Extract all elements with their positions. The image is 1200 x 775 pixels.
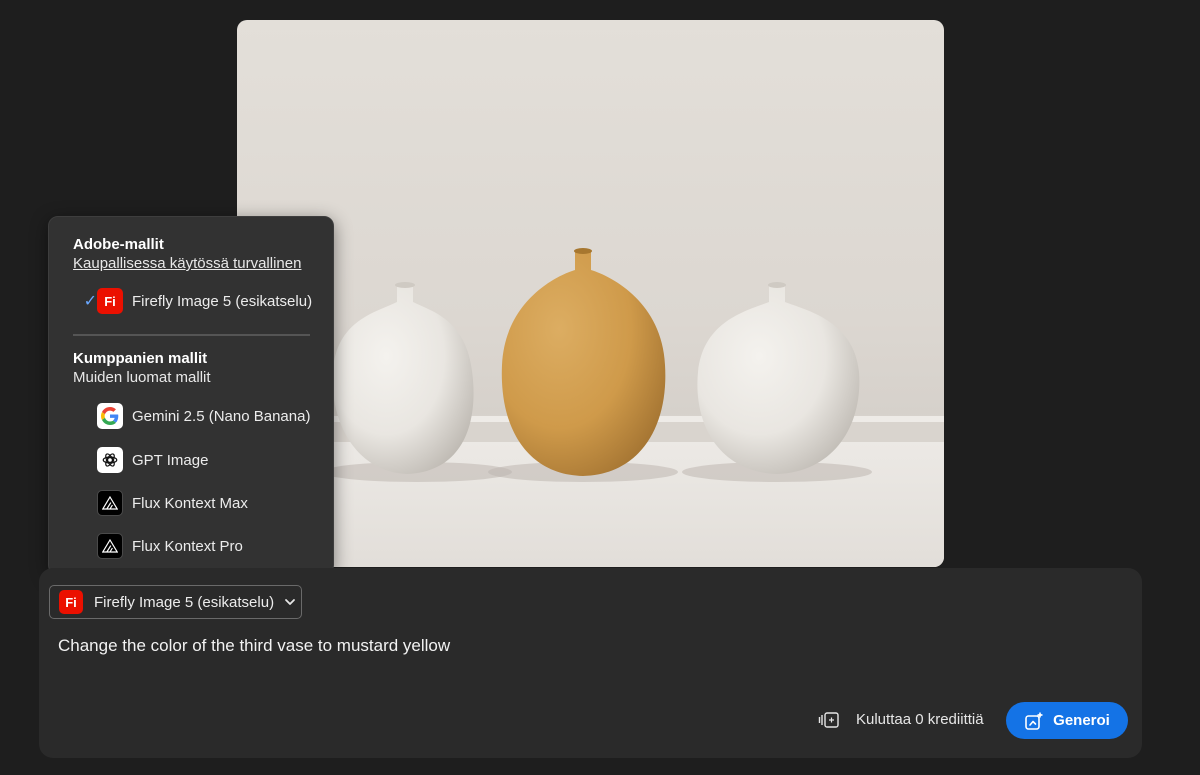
- vases-illustration: [237, 248, 944, 567]
- prompt-input[interactable]: Change the color of the third vase to mu…: [58, 636, 1118, 656]
- menu-item-label: Flux Kontext Pro: [132, 537, 243, 555]
- partner-models-subtitle: Muiden luomat mallit: [73, 369, 211, 386]
- partner-models-heading: Kumppanien mallit: [73, 350, 208, 367]
- generate-label: Generoi: [1053, 712, 1110, 729]
- prompt-panel: Fi Firefly Image 5 (esikatselu) Change t…: [39, 568, 1142, 758]
- adobe-models-heading: Adobe-mallit: [73, 236, 164, 253]
- credits-cost-text: Kuluttaa 0 krediittiä: [856, 711, 984, 728]
- menu-item-label: Flux Kontext Max: [132, 494, 248, 512]
- generate-button[interactable]: Generoi: [1006, 702, 1128, 739]
- menu-item-firefly-image-5[interactable]: ✓ Fi Firefly Image 5 (esikatselu): [49, 283, 333, 319]
- menu-item-gpt-image[interactable]: GPT Image: [49, 442, 333, 478]
- firefly-logo-icon: Fi: [59, 590, 83, 614]
- google-logo-icon: [97, 403, 123, 429]
- menu-divider: [73, 334, 310, 336]
- model-picker-button[interactable]: Fi Firefly Image 5 (esikatselu): [49, 585, 302, 619]
- menu-item-flux-kontext-pro[interactable]: Flux Kontext Pro: [49, 528, 333, 564]
- commercial-safe-link[interactable]: Kaupallisessa käytössä turvallinen: [73, 255, 301, 272]
- vase-right: [697, 282, 860, 474]
- openai-logo-icon: [97, 447, 123, 473]
- generate-icon: [1024, 711, 1044, 731]
- vase-left: [332, 282, 474, 474]
- menu-item-flux-kontext-max[interactable]: Flux Kontext Max: [49, 485, 333, 521]
- model-dropdown-menu: Adobe-mallit Kaupallisessa käytössä turv…: [48, 216, 334, 575]
- checkmark-icon: ✓: [83, 293, 97, 310]
- vase-middle: [501, 248, 666, 476]
- flux-logo-icon: [97, 490, 123, 516]
- credits-icon: [818, 711, 840, 729]
- generated-image[interactable]: [237, 20, 944, 567]
- chevron-down-icon: [283, 595, 297, 609]
- firefly-logo-icon: Fi: [97, 288, 123, 314]
- menu-item-gemini[interactable]: Gemini 2.5 (Nano Banana): [49, 398, 333, 434]
- menu-item-label: Gemini 2.5 (Nano Banana): [132, 407, 311, 425]
- flux-logo-icon: [97, 533, 123, 559]
- menu-item-label: Firefly Image 5 (esikatselu): [132, 292, 313, 310]
- menu-item-label: GPT Image: [132, 451, 209, 469]
- selected-model-label: Firefly Image 5 (esikatselu): [94, 593, 275, 611]
